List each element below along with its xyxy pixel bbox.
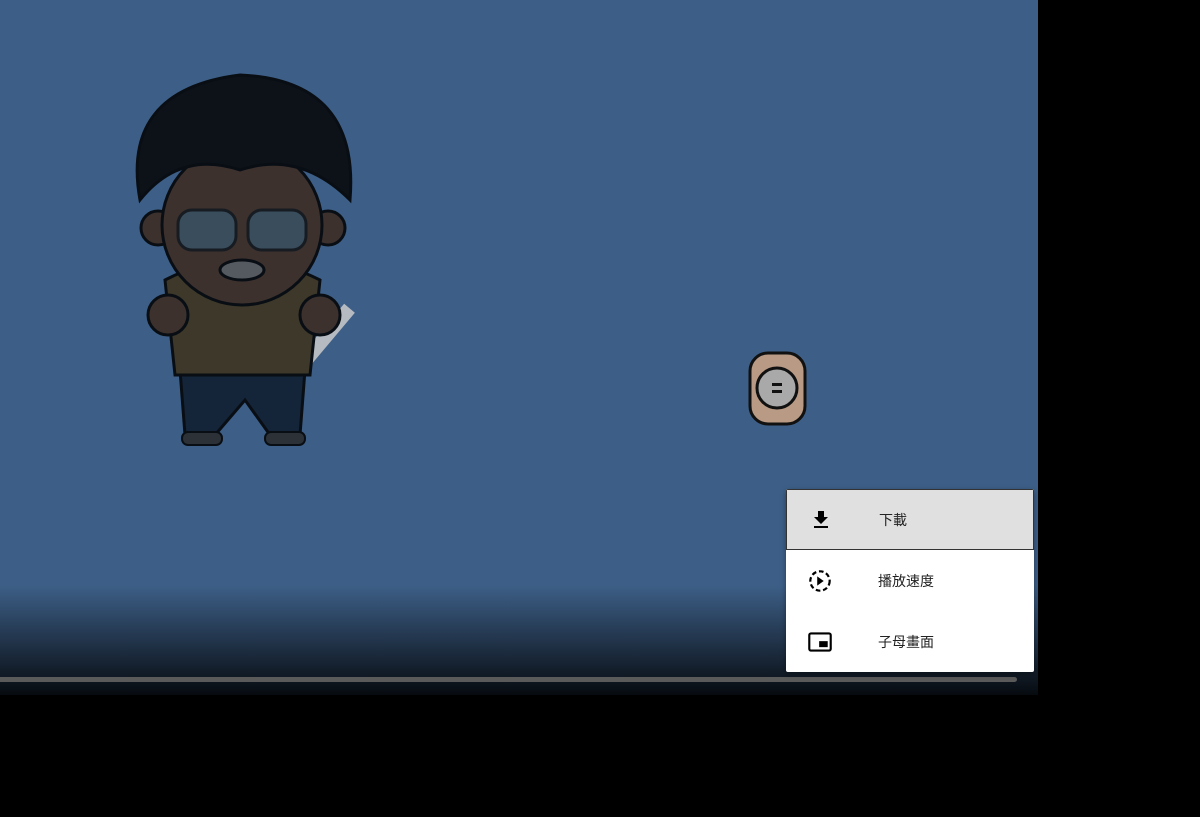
- menu-item-playback-speed[interactable]: 播放速度: [786, 550, 1034, 611]
- menu-item-label: 子母畫面: [878, 634, 934, 651]
- download-icon: [809, 508, 833, 532]
- menu-item-download[interactable]: 下載: [786, 489, 1034, 550]
- context-menu: 下載 播放速度 子母畫面: [786, 489, 1034, 672]
- menu-item-label: 下載: [879, 512, 907, 529]
- button-illustration: [748, 351, 807, 426]
- progress-bar[interactable]: [0, 677, 1018, 682]
- playback-speed-icon: [808, 569, 832, 593]
- menu-item-picture-in-picture[interactable]: 子母畫面: [786, 611, 1034, 672]
- menu-item-label: 播放速度: [878, 573, 934, 590]
- picture-in-picture-icon: [808, 630, 832, 654]
